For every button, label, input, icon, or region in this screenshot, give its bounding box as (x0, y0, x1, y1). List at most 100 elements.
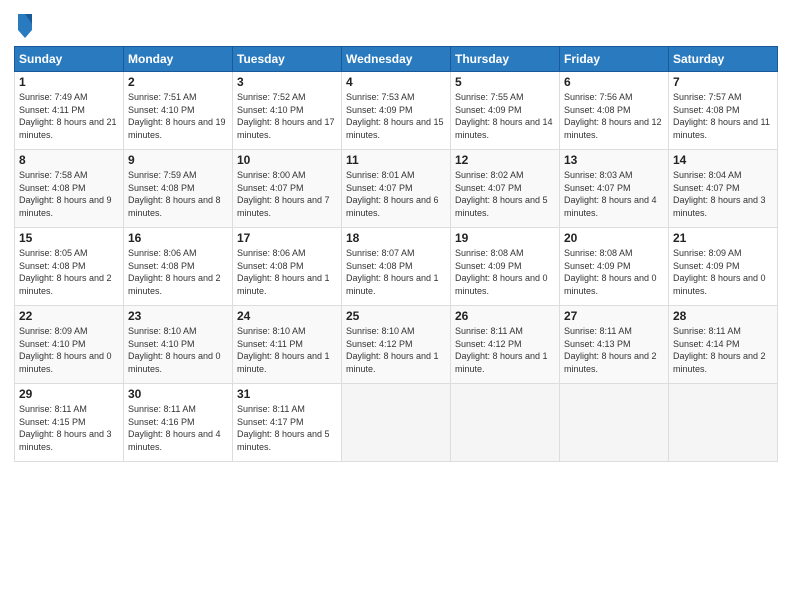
day-info: Sunrise: 8:04 AMSunset: 4:07 PMDaylight:… (673, 169, 773, 219)
day-header-wednesday: Wednesday (342, 47, 451, 72)
calendar-cell: 23 Sunrise: 8:10 AMSunset: 4:10 PMDaylig… (124, 306, 233, 384)
day-info: Sunrise: 7:53 AMSunset: 4:09 PMDaylight:… (346, 91, 446, 141)
day-info: Sunrise: 8:10 AMSunset: 4:10 PMDaylight:… (128, 325, 228, 375)
day-info: Sunrise: 8:08 AMSunset: 4:09 PMDaylight:… (455, 247, 555, 297)
logo-icon (14, 10, 36, 38)
calendar-cell: 12 Sunrise: 8:02 AMSunset: 4:07 PMDaylig… (451, 150, 560, 228)
day-number: 28 (673, 309, 773, 323)
day-info: Sunrise: 8:08 AMSunset: 4:09 PMDaylight:… (564, 247, 664, 297)
calendar-cell: 6 Sunrise: 7:56 AMSunset: 4:08 PMDayligh… (560, 72, 669, 150)
day-info: Sunrise: 8:06 AMSunset: 4:08 PMDaylight:… (128, 247, 228, 297)
calendar-cell: 24 Sunrise: 8:10 AMSunset: 4:11 PMDaylig… (233, 306, 342, 384)
calendar-cell (451, 384, 560, 462)
day-number: 29 (19, 387, 119, 401)
day-number: 4 (346, 75, 446, 89)
day-number: 31 (237, 387, 337, 401)
calendar-cell: 3 Sunrise: 7:52 AMSunset: 4:10 PMDayligh… (233, 72, 342, 150)
day-number: 25 (346, 309, 446, 323)
day-info: Sunrise: 7:57 AMSunset: 4:08 PMDaylight:… (673, 91, 773, 141)
day-info: Sunrise: 8:00 AMSunset: 4:07 PMDaylight:… (237, 169, 337, 219)
day-info: Sunrise: 8:11 AMSunset: 4:15 PMDaylight:… (19, 403, 119, 453)
week-row-4: 22 Sunrise: 8:09 AMSunset: 4:10 PMDaylig… (15, 306, 778, 384)
day-number: 24 (237, 309, 337, 323)
calendar-cell (560, 384, 669, 462)
day-number: 16 (128, 231, 228, 245)
week-row-3: 15 Sunrise: 8:05 AMSunset: 4:08 PMDaylig… (15, 228, 778, 306)
day-number: 17 (237, 231, 337, 245)
calendar-cell: 27 Sunrise: 8:11 AMSunset: 4:13 PMDaylig… (560, 306, 669, 384)
calendar-cell: 28 Sunrise: 8:11 AMSunset: 4:14 PMDaylig… (669, 306, 778, 384)
calendar-cell: 9 Sunrise: 7:59 AMSunset: 4:08 PMDayligh… (124, 150, 233, 228)
day-number: 10 (237, 153, 337, 167)
calendar-cell: 13 Sunrise: 8:03 AMSunset: 4:07 PMDaylig… (560, 150, 669, 228)
day-number: 9 (128, 153, 228, 167)
day-info: Sunrise: 8:01 AMSunset: 4:07 PMDaylight:… (346, 169, 446, 219)
calendar-cell: 25 Sunrise: 8:10 AMSunset: 4:12 PMDaylig… (342, 306, 451, 384)
day-info: Sunrise: 8:11 AMSunset: 4:17 PMDaylight:… (237, 403, 337, 453)
header-row: SundayMondayTuesdayWednesdayThursdayFrid… (15, 47, 778, 72)
day-info: Sunrise: 7:58 AMSunset: 4:08 PMDaylight:… (19, 169, 119, 219)
day-header-friday: Friday (560, 47, 669, 72)
calendar-cell: 7 Sunrise: 7:57 AMSunset: 4:08 PMDayligh… (669, 72, 778, 150)
day-info: Sunrise: 8:11 AMSunset: 4:14 PMDaylight:… (673, 325, 773, 375)
day-number: 11 (346, 153, 446, 167)
week-row-1: 1 Sunrise: 7:49 AMSunset: 4:11 PMDayligh… (15, 72, 778, 150)
calendar-cell: 10 Sunrise: 8:00 AMSunset: 4:07 PMDaylig… (233, 150, 342, 228)
page-container: SundayMondayTuesdayWednesdayThursdayFrid… (0, 0, 792, 470)
day-info: Sunrise: 7:51 AMSunset: 4:10 PMDaylight:… (128, 91, 228, 141)
day-info: Sunrise: 7:52 AMSunset: 4:10 PMDaylight:… (237, 91, 337, 141)
day-info: Sunrise: 8:09 AMSunset: 4:10 PMDaylight:… (19, 325, 119, 375)
day-number: 14 (673, 153, 773, 167)
day-number: 6 (564, 75, 664, 89)
day-info: Sunrise: 7:55 AMSunset: 4:09 PMDaylight:… (455, 91, 555, 141)
day-info: Sunrise: 8:03 AMSunset: 4:07 PMDaylight:… (564, 169, 664, 219)
day-info: Sunrise: 7:59 AMSunset: 4:08 PMDaylight:… (128, 169, 228, 219)
day-number: 7 (673, 75, 773, 89)
day-number: 12 (455, 153, 555, 167)
day-number: 8 (19, 153, 119, 167)
day-number: 27 (564, 309, 664, 323)
calendar-cell: 21 Sunrise: 8:09 AMSunset: 4:09 PMDaylig… (669, 228, 778, 306)
day-info: Sunrise: 7:49 AMSunset: 4:11 PMDaylight:… (19, 91, 119, 141)
day-number: 1 (19, 75, 119, 89)
day-info: Sunrise: 8:11 AMSunset: 4:13 PMDaylight:… (564, 325, 664, 375)
calendar-cell: 22 Sunrise: 8:09 AMSunset: 4:10 PMDaylig… (15, 306, 124, 384)
week-row-2: 8 Sunrise: 7:58 AMSunset: 4:08 PMDayligh… (15, 150, 778, 228)
calendar-cell: 26 Sunrise: 8:11 AMSunset: 4:12 PMDaylig… (451, 306, 560, 384)
calendar-cell: 4 Sunrise: 7:53 AMSunset: 4:09 PMDayligh… (342, 72, 451, 150)
day-number: 5 (455, 75, 555, 89)
calendar-table: SundayMondayTuesdayWednesdayThursdayFrid… (14, 46, 778, 462)
day-info: Sunrise: 8:10 AMSunset: 4:11 PMDaylight:… (237, 325, 337, 375)
logo (14, 10, 38, 38)
day-info: Sunrise: 8:10 AMSunset: 4:12 PMDaylight:… (346, 325, 446, 375)
day-number: 19 (455, 231, 555, 245)
calendar-cell (669, 384, 778, 462)
calendar-cell: 5 Sunrise: 7:55 AMSunset: 4:09 PMDayligh… (451, 72, 560, 150)
day-info: Sunrise: 8:05 AMSunset: 4:08 PMDaylight:… (19, 247, 119, 297)
day-number: 21 (673, 231, 773, 245)
calendar-cell: 17 Sunrise: 8:06 AMSunset: 4:08 PMDaylig… (233, 228, 342, 306)
day-number: 3 (237, 75, 337, 89)
calendar-cell: 16 Sunrise: 8:06 AMSunset: 4:08 PMDaylig… (124, 228, 233, 306)
day-number: 23 (128, 309, 228, 323)
calendar-cell: 15 Sunrise: 8:05 AMSunset: 4:08 PMDaylig… (15, 228, 124, 306)
calendar-cell: 20 Sunrise: 8:08 AMSunset: 4:09 PMDaylig… (560, 228, 669, 306)
day-number: 22 (19, 309, 119, 323)
day-header-thursday: Thursday (451, 47, 560, 72)
calendar-cell: 8 Sunrise: 7:58 AMSunset: 4:08 PMDayligh… (15, 150, 124, 228)
day-header-sunday: Sunday (15, 47, 124, 72)
day-number: 20 (564, 231, 664, 245)
day-number: 13 (564, 153, 664, 167)
calendar-cell: 30 Sunrise: 8:11 AMSunset: 4:16 PMDaylig… (124, 384, 233, 462)
calendar-cell: 19 Sunrise: 8:08 AMSunset: 4:09 PMDaylig… (451, 228, 560, 306)
calendar-cell: 18 Sunrise: 8:07 AMSunset: 4:08 PMDaylig… (342, 228, 451, 306)
day-info: Sunrise: 8:11 AMSunset: 4:12 PMDaylight:… (455, 325, 555, 375)
day-header-tuesday: Tuesday (233, 47, 342, 72)
day-number: 15 (19, 231, 119, 245)
calendar-cell: 31 Sunrise: 8:11 AMSunset: 4:17 PMDaylig… (233, 384, 342, 462)
day-info: Sunrise: 8:09 AMSunset: 4:09 PMDaylight:… (673, 247, 773, 297)
calendar-cell: 11 Sunrise: 8:01 AMSunset: 4:07 PMDaylig… (342, 150, 451, 228)
day-info: Sunrise: 8:07 AMSunset: 4:08 PMDaylight:… (346, 247, 446, 297)
day-info: Sunrise: 8:11 AMSunset: 4:16 PMDaylight:… (128, 403, 228, 453)
day-number: 18 (346, 231, 446, 245)
